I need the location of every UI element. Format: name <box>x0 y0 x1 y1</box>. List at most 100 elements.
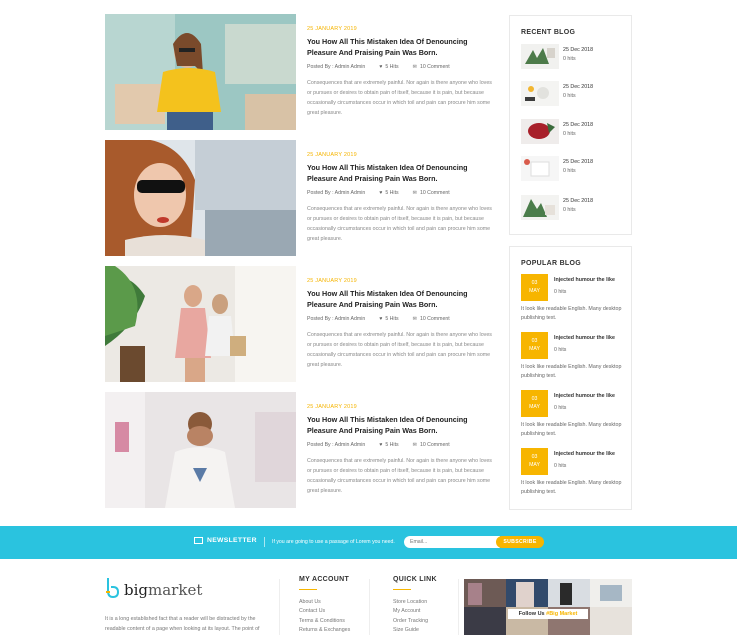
logo[interactable]: bigmarket <box>105 578 203 599</box>
post-author[interactable]: Posted By : Admin Admin <box>307 190 365 196</box>
recent-hits: 0 hits <box>563 56 576 62</box>
blog-post: 25 JANUARY 2019 You How All This Mistake… <box>105 14 495 130</box>
heart-icon: ♥ <box>379 64 383 70</box>
post-excerpt: Consequences that are extremely painful.… <box>307 458 492 494</box>
popular-blog-item[interactable]: 03 MAY Injected humour the like 0 hits It… <box>521 332 626 387</box>
divider <box>279 579 280 635</box>
footer-link[interactable]: My Account <box>393 607 437 616</box>
popular-blog-widget: POPULAR BLOG 03 MAY Injected humour the l… <box>509 246 632 510</box>
logo-icon <box>105 578 120 599</box>
recent-date: 25 Dec 2018 <box>563 159 594 165</box>
recent-blog-item[interactable]: 25 Dec 2018 0 hits <box>521 119 626 145</box>
post-comments[interactable]: 10 Comment <box>420 442 450 448</box>
footer-link[interactable]: Order Tracking <box>393 617 437 626</box>
popular-hits: 0 hits <box>554 463 567 469</box>
popular-hits: 0 hits <box>554 289 567 295</box>
instagram-gallery[interactable]: Follow Us #Big Market <box>464 579 632 635</box>
recent-thumb[interactable] <box>521 81 559 106</box>
popular-blog-item[interactable]: 03 MAY Injected humour the like 0 hits It… <box>521 390 626 445</box>
divider <box>458 579 459 635</box>
recent-thumb[interactable] <box>521 156 559 181</box>
popular-heading[interactable]: Injected humour the like <box>554 335 629 341</box>
comment-icon: ✉ <box>412 64 417 70</box>
post-author[interactable]: Posted By : Admin Admin <box>307 316 365 322</box>
post-comments[interactable]: 10 Comment <box>420 316 450 322</box>
post-image[interactable] <box>105 266 296 382</box>
post-title[interactable]: You How All This Mistaken Idea Of Denoun… <box>307 163 497 184</box>
recent-hits: 0 hits <box>563 93 576 99</box>
my-account-title: MY ACCOUNT <box>299 576 350 583</box>
newsletter-title: NEWSLETTER <box>207 537 257 544</box>
email-field[interactable] <box>404 536 500 548</box>
post-excerpt: Consequences that are extremely painful.… <box>307 332 492 368</box>
recent-blog-item[interactable]: 25 Dec 2018 0 hits <box>521 44 626 70</box>
heart-icon: ♥ <box>379 442 383 448</box>
date-badge: 03 MAY <box>521 274 548 301</box>
post-image[interactable] <box>105 392 296 508</box>
post-excerpt: Consequences that are extremely painful.… <box>307 206 492 242</box>
footer-link[interactable]: Returns & Exchanges <box>299 626 350 635</box>
heart-icon: ♥ <box>379 316 383 322</box>
footer-link[interactable]: Contact Us <box>299 607 350 616</box>
post-title[interactable]: You How All This Mistaken Idea Of Denoun… <box>307 289 497 310</box>
post-date: 25 JANUARY 2019 <box>307 152 357 158</box>
recent-blog-item[interactable]: 25 Dec 2018 0 hits <box>521 195 626 221</box>
post-comments[interactable]: 10 Comment <box>420 64 450 70</box>
comment-icon: ✉ <box>412 190 417 196</box>
post-title[interactable]: You How All This Mistaken Idea Of Denoun… <box>307 37 497 58</box>
popular-heading[interactable]: Injected humour the like <box>554 451 629 457</box>
post-date: 25 JANUARY 2019 <box>307 404 357 410</box>
logo-text-rest: market <box>148 581 203 599</box>
newsletter-text: If you are going to use a passage of Lor… <box>272 539 395 545</box>
popular-heading[interactable]: Injected humour the like <box>554 277 629 283</box>
recent-date: 25 Dec 2018 <box>563 122 594 128</box>
popular-desc: It look like readable English. Many desk… <box>521 422 622 437</box>
popular-blog-item[interactable]: 03 MAY Injected humour the like 0 hits It… <box>521 274 626 329</box>
recent-blog-item[interactable]: 25 Dec 2018 0 hits <box>521 156 626 182</box>
recent-date: 25 Dec 2018 <box>563 47 594 53</box>
instagram-follow-label[interactable]: Follow Us #Big Market <box>508 609 588 619</box>
follow-text: Follow Us <box>518 611 545 617</box>
quick-link-column: QUICK LINK Store Location My Account Ord… <box>393 576 437 635</box>
popular-blog-item[interactable]: 03 MAY Injected humour the like 0 hits It… <box>521 448 626 503</box>
footer-link[interactable]: Store Location <box>393 598 437 607</box>
popular-blog-title: POPULAR BLOG <box>521 260 581 267</box>
footer: bigmarket It is a long established fact … <box>0 559 737 635</box>
footer-link[interactable]: About Us <box>299 598 350 607</box>
divider <box>369 579 370 635</box>
footer-about: It is a long established fact that a rea… <box>105 616 260 632</box>
post-title[interactable]: You How All This Mistaken Idea Of Denoun… <box>307 415 497 436</box>
envelope-icon <box>194 537 203 544</box>
title-underline <box>393 589 411 590</box>
post-hits: 5 Hits <box>385 64 399 70</box>
post-author[interactable]: Posted By : Admin Admin <box>307 442 365 448</box>
post-comments[interactable]: 10 Comment <box>420 190 450 196</box>
post-image[interactable] <box>105 140 296 256</box>
recent-blog-widget: RECENT BLOG 25 Dec 2018 0 hits 25 Dec 20… <box>509 15 632 235</box>
footer-link[interactable]: Terms & Conditions <box>299 617 350 626</box>
recent-hits: 0 hits <box>563 131 576 137</box>
recent-thumb[interactable] <box>521 195 559 220</box>
recent-hits: 0 hits <box>563 207 576 213</box>
instagram-handle: #Big Market <box>546 611 578 617</box>
blog-post: 25 JANUARY 2019 You How All This Mistake… <box>105 266 495 382</box>
popular-hits: 0 hits <box>554 347 567 353</box>
popular-hits: 0 hits <box>554 405 567 411</box>
recent-thumb[interactable] <box>521 44 559 69</box>
subscribe-button[interactable]: SUBSCRIBE <box>496 536 544 548</box>
post-author[interactable]: Posted By : Admin Admin <box>307 64 365 70</box>
recent-blog-item[interactable]: 25 Dec 2018 0 hits <box>521 81 626 107</box>
post-hits: 5 Hits <box>385 190 399 196</box>
footer-link[interactable]: Size Guide <box>393 626 437 635</box>
popular-desc: It look like readable English. Many desk… <box>521 364 622 379</box>
logo-text-bold: big <box>124 581 149 599</box>
popular-heading[interactable]: Injected humour the like <box>554 393 629 399</box>
recent-hits: 0 hits <box>563 168 576 174</box>
comment-icon: ✉ <box>412 442 417 448</box>
post-image[interactable] <box>105 14 296 130</box>
popular-desc: It look like readable English. Many desk… <box>521 480 622 495</box>
date-badge: 03 MAY <box>521 332 548 359</box>
recent-date: 25 Dec 2018 <box>563 198 594 204</box>
blog-post: 25 JANUARY 2019 You How All This Mistake… <box>105 392 495 508</box>
recent-thumb[interactable] <box>521 119 559 144</box>
